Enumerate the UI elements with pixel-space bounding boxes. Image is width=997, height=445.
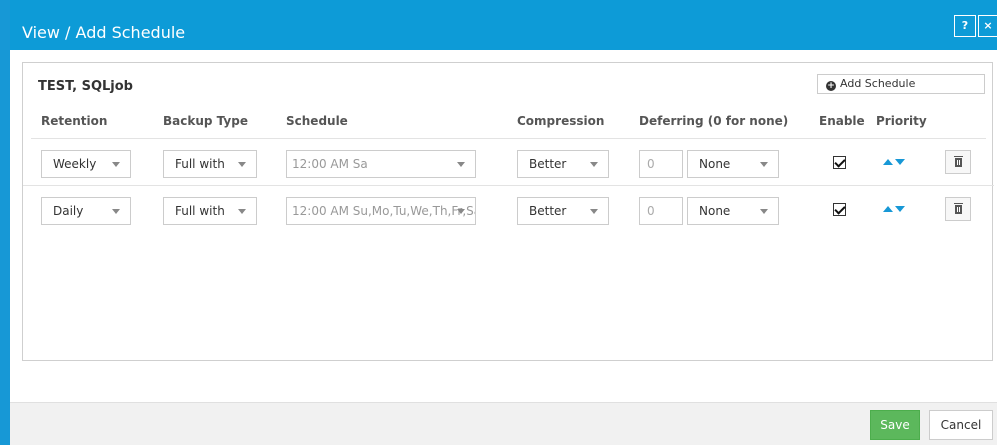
arrow-up-icon[interactable] [883, 159, 893, 165]
schedule-select[interactable]: 12:00 AM Sa [286, 150, 476, 178]
column-header-compression: Compression [517, 114, 605, 128]
chevron-down-icon [457, 162, 465, 167]
close-icon: × [983, 19, 993, 32]
trash-icon [954, 203, 963, 214]
column-header-retention: Retention [41, 114, 108, 128]
chevron-down-icon [760, 209, 768, 214]
enable-checkbox[interactable] [833, 156, 846, 169]
chevron-down-icon [760, 162, 768, 167]
defer-unit-value: None [699, 204, 731, 218]
chevron-down-icon [112, 209, 120, 214]
chevron-down-icon [590, 162, 598, 167]
enable-checkbox[interactable] [833, 203, 846, 216]
defer-unit-select[interactable]: None [687, 197, 779, 225]
column-header-deferring: Deferring (0 for none) [639, 114, 789, 128]
chevron-down-icon [457, 209, 465, 214]
delete-schedule-button[interactable] [945, 150, 971, 174]
compression-value: Better [529, 204, 567, 218]
schedule-select[interactable]: 12:00 AM Su,Mo,Tu,We,Th,Fr,Sa [286, 197, 476, 225]
backup-type-value: Full with [175, 157, 225, 171]
compression-select[interactable]: Better [517, 197, 609, 225]
help-button[interactable]: ? [954, 15, 976, 37]
cancel-button[interactable]: Cancel [929, 410, 993, 440]
chevron-down-icon [590, 209, 598, 214]
job-title: TEST, SQLjob [38, 79, 133, 94]
schedule-value: 12:00 AM Su,Mo,Tu,We,Th,Fr,Sa [292, 204, 476, 218]
save-button[interactable]: Save [870, 410, 920, 440]
backup-type-select[interactable]: Full with [163, 150, 257, 178]
retention-value: Daily [53, 204, 84, 218]
backup-type-value: Full with [175, 204, 225, 218]
arrow-down-icon[interactable] [895, 206, 905, 212]
help-icon: ? [961, 19, 969, 32]
dialog-title: View / Add Schedule [22, 23, 186, 42]
arrow-up-icon[interactable] [883, 206, 893, 212]
add-schedule-button[interactable]: + Add Schedule [817, 74, 985, 94]
add-schedule-label: Add Schedule [840, 77, 916, 90]
column-header-priority: Priority [876, 114, 927, 128]
retention-value: Weekly [53, 157, 97, 171]
retention-select[interactable]: Weekly [41, 150, 131, 178]
defer-value-input[interactable]: 0 [639, 197, 683, 225]
compression-value: Better [529, 157, 567, 171]
background-left-edge [0, 0, 10, 445]
column-header-enable: Enable [819, 114, 865, 128]
dialog-titlebar: View / Add Schedule ? × [10, 0, 997, 50]
schedule-dialog: View / Add Schedule ? × TEST, SQLjob + Ad… [10, 0, 997, 445]
chevron-down-icon [112, 162, 120, 167]
plus-circle-icon: + [826, 81, 836, 91]
arrow-down-icon[interactable] [895, 159, 905, 165]
schedule-row: Weekly Full with 12:00 AM Sa Better 0 No… [23, 139, 994, 185]
job-schedule-panel: TEST, SQLjob + Add Schedule Retention Bac… [22, 62, 994, 361]
retention-select[interactable]: Daily [41, 197, 131, 225]
dialog-footer: Save Cancel [10, 402, 997, 445]
close-button[interactable]: × [978, 15, 997, 37]
column-header-schedule: Schedule [286, 114, 348, 128]
chevron-down-icon [238, 209, 246, 214]
schedule-value: 12:00 AM Sa [292, 157, 368, 171]
defer-value-input[interactable]: 0 [639, 150, 683, 178]
trash-icon [954, 156, 963, 167]
column-header-backup-type: Backup Type [163, 114, 248, 128]
compression-select[interactable]: Better [517, 150, 609, 178]
backup-type-select[interactable]: Full with [163, 197, 257, 225]
defer-unit-value: None [699, 157, 731, 171]
defer-unit-select[interactable]: None [687, 150, 779, 178]
delete-schedule-button[interactable] [945, 197, 971, 221]
dialog-body: TEST, SQLjob + Add Schedule Retention Bac… [10, 50, 997, 402]
chevron-down-icon [238, 162, 246, 167]
schedule-row: Daily Full with 12:00 AM Su,Mo,Tu,We,Th,… [23, 185, 994, 231]
